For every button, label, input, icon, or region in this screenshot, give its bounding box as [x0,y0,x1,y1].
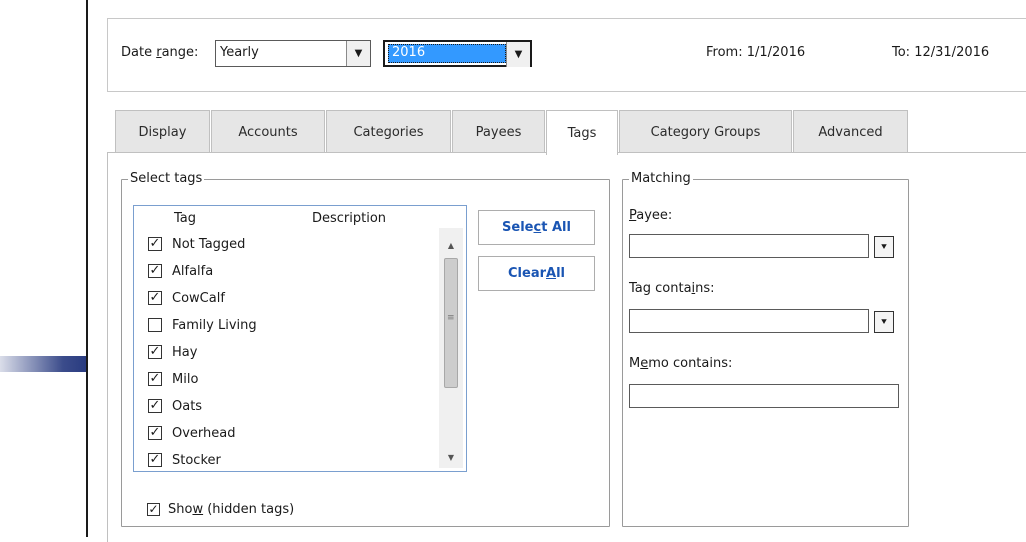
chevron-down-icon[interactable]: ▼ [506,42,530,67]
checkbox-checked[interactable]: ✓ [148,372,162,386]
year-combo[interactable]: 2016 ▼ [383,40,532,67]
select-all-button[interactable]: Sele c t All [478,210,595,245]
tag-label: Overhead [172,425,236,441]
year-value: 2016 [388,44,506,63]
from-value: 1/1/2016 [746,45,806,60]
tag-label: Milo [172,371,199,387]
checkbox-checked[interactable]: ✓ [148,264,162,278]
tag-label: Oats [172,398,203,414]
show-hidden-tags-label: Show (hidden tags) [168,502,295,517]
to-date: To: 12/31/2016 [892,45,989,60]
download-arrow-icon[interactable]: ⯆ [874,236,894,258]
from-label: From: [706,45,743,60]
tag-contains-input[interactable] [629,309,869,333]
list-item[interactable]: ✓ Oats [148,396,202,416]
tab-category-groups[interactable]: Category Groups [619,110,792,153]
checkbox-checked[interactable]: ✓ [148,291,162,305]
scroll-up-icon[interactable]: ▲ [439,236,463,256]
date-range-label: Date range: [121,45,199,60]
memo-contains-label: Memo contains: [629,356,733,371]
from-date: From: 1/1/2016 [706,45,805,60]
checkbox-checked[interactable]: ✓ [148,345,162,359]
tag-label: Stocker [172,452,221,468]
tag-label: CowCalf [172,290,225,306]
list-item[interactable]: ✓ Alfalfa [148,261,213,281]
clear-all-button[interactable]: Clear All [478,256,595,291]
tab-accounts[interactable]: Accounts [211,110,325,153]
tag-label: Hay [172,344,198,360]
download-arrow-icon[interactable]: ⯆ [874,311,894,333]
grip-icon: ≡ [447,313,455,323]
to-value: 12/31/2016 [914,45,990,60]
matching-group: Matching [622,171,909,527]
period-combo[interactable]: Yearly ▼ [215,40,371,67]
tab-advanced[interactable]: Advanced [793,110,908,153]
payee-label: Payee: [629,208,673,223]
show-hidden-tags-row[interactable]: ✓ Show (hidden tags) [147,502,294,517]
list-item[interactable]: ✓ Stocker [148,450,221,470]
scroll-thumb[interactable]: ≡ [444,258,458,388]
tag-label: Family Living [172,317,257,333]
tag-label: Not Tagged [172,236,246,252]
list-item[interactable]: ✓ Overhead [148,423,236,443]
list-item[interactable]: ✓ Hay [148,342,197,362]
memo-contains-input[interactable] [629,384,899,408]
period-value: Yearly [220,45,259,60]
tab-payees[interactable]: Payees [452,110,545,153]
matching-title: Matching [629,171,693,186]
tag-list[interactable]: Tag Description ✓ Not Tagged ✓ Alfalfa ✓… [133,205,467,472]
list-item[interactable]: ✓ CowCalf [148,288,225,308]
select-tags-title: Select tags [128,171,205,186]
list-item[interactable]: ✓ Not Tagged [148,234,245,254]
tab-tags[interactable]: Tags [546,110,618,155]
column-header-tag[interactable]: Tag [174,211,196,226]
chevron-down-icon[interactable]: ▼ [346,41,370,66]
checkbox-checked[interactable]: ✓ [148,426,162,440]
vertical-scrollbar[interactable]: ▲ ≡ ▼ [439,228,463,468]
checkbox-checked[interactable]: ✓ [148,399,162,413]
checkbox-checked[interactable]: ✓ [148,237,162,251]
payee-input[interactable] [629,234,869,258]
list-item[interactable]: ✓ Milo [148,369,198,389]
to-label: To: [892,45,911,60]
tab-display[interactable]: Display [115,110,210,153]
checkbox-checked[interactable]: ✓ [148,453,162,467]
list-item[interactable]: Family Living [148,315,257,335]
checkbox-checked[interactable]: ✓ [147,503,160,516]
checkbox-unchecked[interactable] [148,318,162,332]
tag-label: Alfalfa [172,263,214,279]
tab-categories[interactable]: Categories [326,110,451,153]
column-header-description[interactable]: Description [312,211,386,226]
tag-contains-label: Tag contains: [629,281,715,296]
scroll-down-icon[interactable]: ▼ [439,448,463,468]
